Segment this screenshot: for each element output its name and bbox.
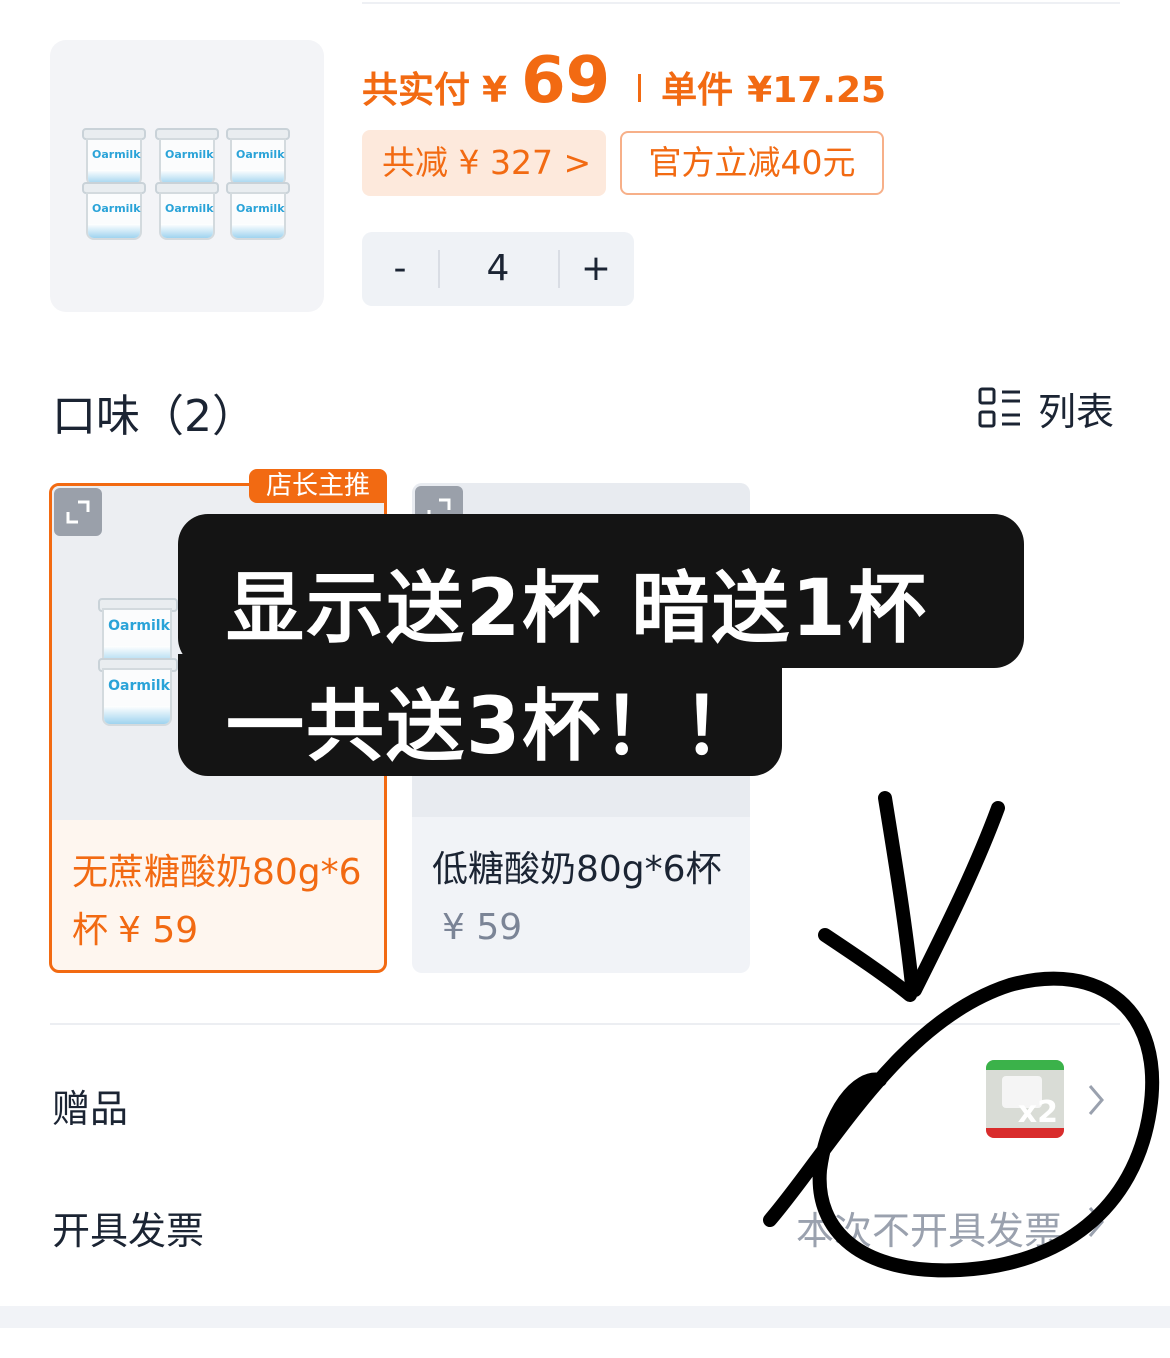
gift-row-label: 赠品 [52, 1087, 129, 1131]
recommended-badge: 店长主推 [249, 469, 387, 503]
quantity-stepper: - 4 + [362, 232, 634, 306]
price-label: 共实付 [362, 70, 471, 111]
unit-price-label: 单件 [661, 70, 734, 111]
flavor-option-name: 低糖酸奶80g*6杯¥ 59 [432, 849, 722, 948]
chevron-right-icon[interactable] [1084, 1204, 1108, 1240]
list-view-icon [978, 387, 1020, 428]
yogurt-cup-icon: Oarmilk [226, 128, 290, 186]
currency-symbol: ¥ [482, 70, 508, 111]
flavor-option-price: ¥ 59 [118, 910, 199, 951]
expand-icon[interactable] [54, 488, 102, 536]
flavor-option-name: 无蔗糖酸奶80g*6杯 ¥ 59 [72, 852, 362, 951]
caption-line-1: 显示送2杯 暗送1杯 [226, 564, 928, 654]
quantity-value[interactable]: 4 [438, 232, 558, 306]
total-price: 69 [521, 44, 611, 118]
caption-line-2: 一共送3杯！！ [226, 682, 763, 772]
flavor-option-price: ¥ 59 [442, 907, 523, 948]
flavor-section-title: 口味（2） [52, 391, 256, 442]
invoice-status[interactable]: 本次不开具发票 [796, 1200, 1062, 1255]
chevron-right-icon[interactable] [1084, 1082, 1108, 1118]
yogurt-cup-icon: Oarmilk [82, 128, 146, 186]
yogurt-cup-icon: Oarmilk [226, 182, 290, 240]
footer-bar [0, 1306, 1170, 1328]
product-image[interactable]: Oarmilk Oarmilk Oarmilk Oarmilk Oarmilk … [50, 40, 324, 312]
list-view-label: 列表 [1038, 389, 1115, 434]
yogurt-cup-icon: Oarmilk [155, 182, 219, 240]
increase-button[interactable]: + [558, 232, 634, 306]
decrease-button[interactable]: - [362, 232, 438, 306]
list-view-toggle[interactable]: 列表 [978, 384, 1114, 434]
price-separator [638, 74, 642, 102]
yogurt-cup-icon: Oarmilk [155, 128, 219, 186]
overlay-caption: 显示送2杯 暗送1杯 一共送3杯！！ [178, 514, 1024, 776]
invoice-row-label: 开具发票 [52, 1209, 205, 1253]
official-discount-chip: 官方立减40元 [620, 131, 884, 195]
unit-price: ¥17.25 [747, 70, 887, 111]
yogurt-cup-icon: Oarmilk [82, 182, 146, 240]
gift-count: x2 [1017, 1095, 1058, 1130]
total-saving-chip[interactable]: 共减 ¥ 327 > [362, 130, 606, 196]
top-divider [362, 2, 1120, 4]
section-divider [50, 1023, 1120, 1025]
yogurt-cup-icon: Oarmilk [98, 658, 178, 728]
gift-thumbnail[interactable]: x2 [986, 1060, 1064, 1138]
price-summary: 共实付 ¥ 69 单件 ¥17.25 [362, 44, 887, 118]
